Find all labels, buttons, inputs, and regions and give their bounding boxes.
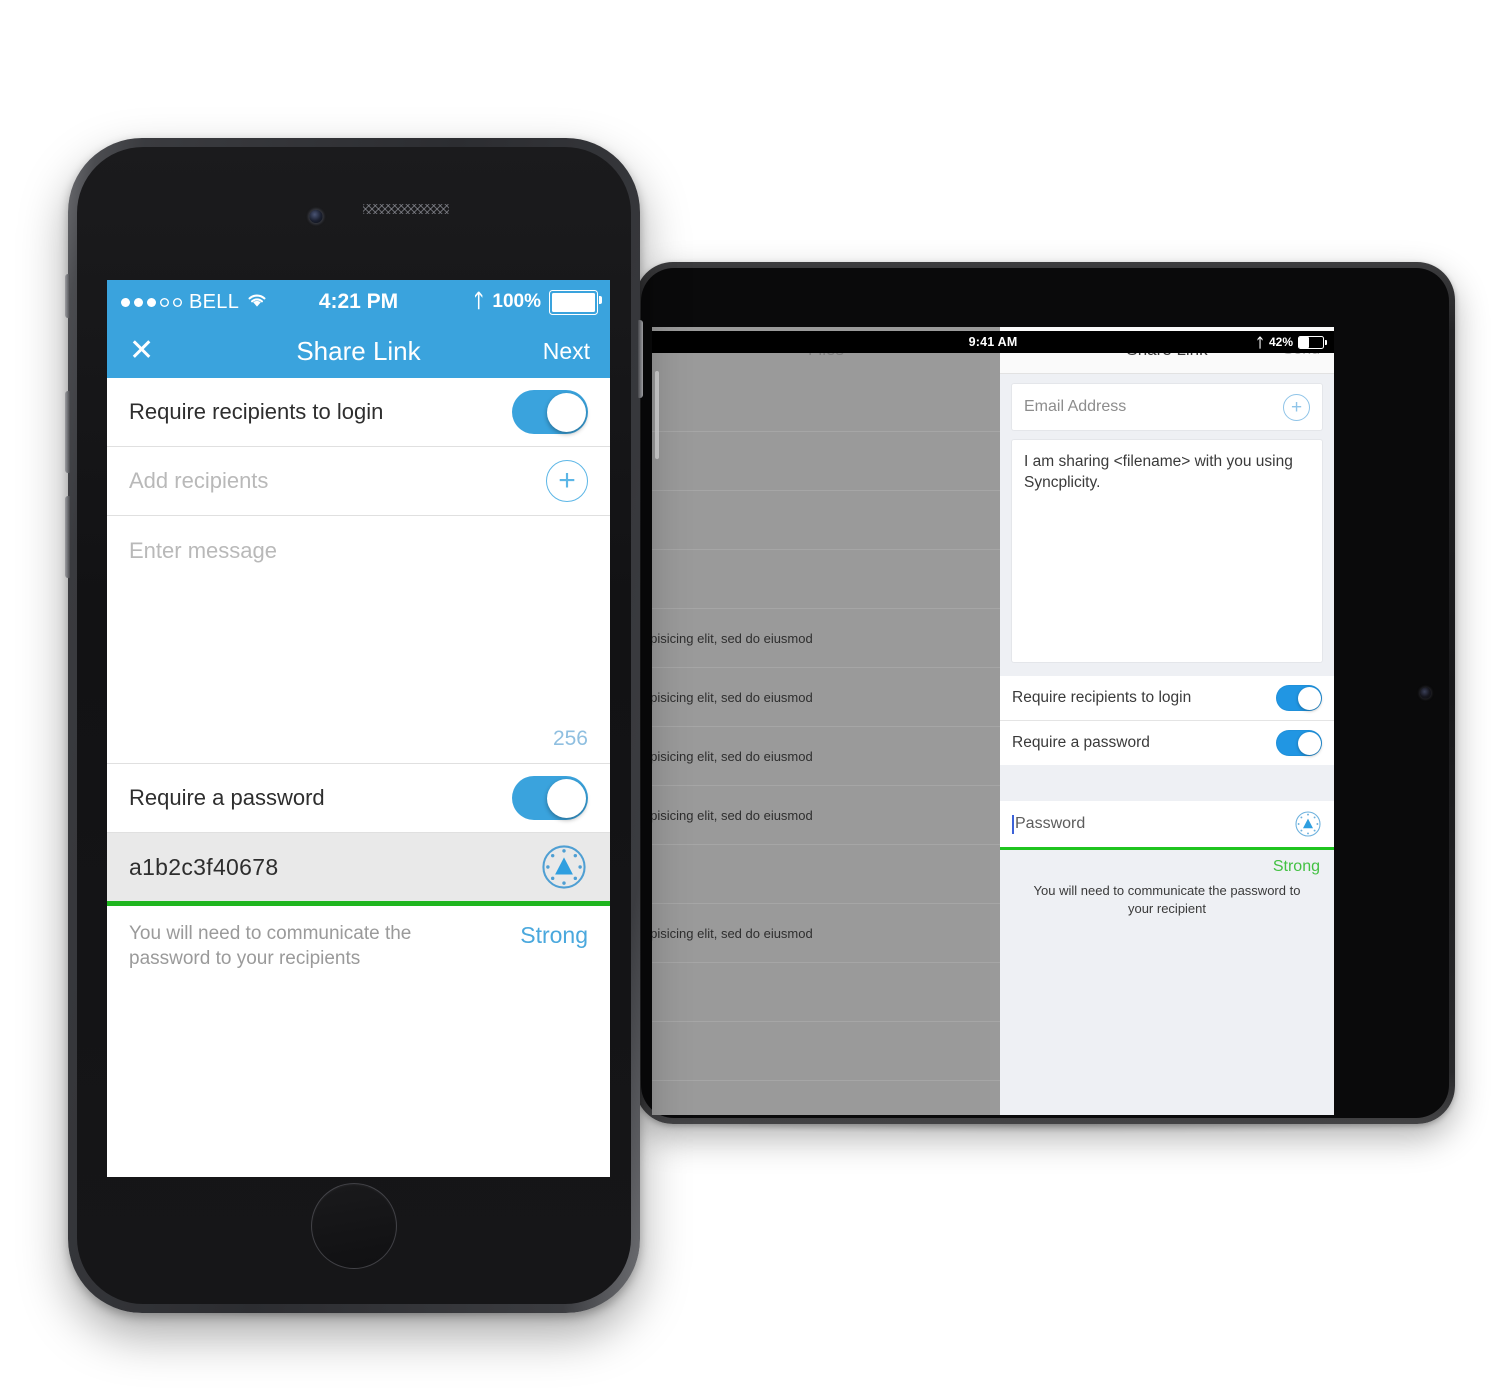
file-row[interactable]: tur adipisicing elit, sed do eiusmod (652, 904, 1000, 963)
tablet-front-camera-icon (1420, 687, 1431, 699)
files-pane[interactable]: Files tur adipisicing elit, sed do eiusm… (652, 327, 1000, 1115)
signal-strength-icon (121, 297, 182, 307)
tablet-password-field[interactable]: Password (1000, 801, 1334, 850)
phone-status-left: BELL (121, 291, 268, 314)
tablet-message-textarea[interactable]: I am sharing <filename> with you using S… (1012, 440, 1322, 662)
close-icon[interactable]: ✕ (129, 336, 154, 366)
bluetooth-icon: ᛏ (472, 291, 485, 312)
phone-strength-label: Strong (520, 922, 588, 948)
file-row[interactable] (652, 491, 1000, 550)
tablet-share-link-panel: Share Link Send Email Address + I am sha… (1000, 327, 1334, 1115)
tablet-status-right: ᛏ 42% (1256, 334, 1327, 350)
phone-battery-percent: 100% (492, 291, 541, 312)
tablet-section-spacer (1000, 765, 1334, 801)
tablet-email-placeholder: Email Address (1024, 398, 1127, 415)
phone-earpiece-speaker-icon (363, 204, 449, 214)
file-row-text: tur adipisicing elit, sed do eiusmod (652, 748, 813, 764)
file-row[interactable]: tur adipisicing elit, sed do eiusmod (652, 609, 1000, 668)
tablet-require-login-label: Require recipients to login (1012, 689, 1192, 706)
next-button[interactable]: Next (543, 338, 590, 365)
files-scrollbar[interactable] (655, 371, 659, 459)
tablet-password-placeholder: Password (1015, 815, 1086, 832)
home-button[interactable] (311, 1183, 397, 1269)
file-row[interactable] (652, 845, 1000, 904)
phone-require-password-row[interactable]: Require a password (107, 764, 610, 833)
file-row-text: tur adipisicing elit, sed do eiusmod (652, 807, 813, 823)
scene: Files tur adipisicing elit, sed do eiusm… (0, 0, 1500, 1400)
phone-character-counter: 256 (552, 727, 588, 750)
phone-status-bar: BELL 4:21 PM ᛏ 100% (107, 280, 610, 324)
battery-icon (1298, 335, 1327, 349)
tablet-status-bar: 9:41 AM ᛏ 42% (652, 331, 1334, 353)
phone-message-placeholder: Enter message (129, 538, 277, 563)
tablet-password-note: You will need to communicate the passwor… (1033, 883, 1301, 916)
phone-navbar: ✕ Share Link Next (107, 324, 610, 378)
phone-clock: 4:21 PM (318, 290, 399, 313)
phone-device: BELL 4:21 PM ᛏ 100% ✕ Share Link Next Re… (65, 138, 643, 1313)
phone-add-recipients-input[interactable]: Add recipients (129, 468, 268, 494)
phone-status-right: ᛏ 100% (472, 289, 602, 315)
tablet-require-password-label: Require a password (1012, 734, 1150, 751)
tablet-require-password-toggle[interactable] (1276, 730, 1322, 756)
password-generator-icon[interactable] (1294, 810, 1322, 838)
file-row[interactable] (652, 432, 1000, 491)
plus-circle-icon[interactable]: + (1283, 393, 1310, 421)
file-row-text: tur adipisicing elit, sed do eiusmod (652, 689, 813, 705)
phone-require-login-row[interactable]: Require recipients to login (107, 378, 610, 447)
phone-password-field[interactable]: a1b2c3f40678 (107, 833, 610, 906)
file-row[interactable] (652, 373, 1000, 432)
tablet-email-address-field[interactable]: Email Address + (1012, 384, 1322, 430)
phone-require-login-label: Require recipients to login (129, 399, 384, 424)
tablet-screen: Files tur adipisicing elit, sed do eiusm… (652, 327, 1334, 1115)
tablet-device: Files tur adipisicing elit, sed do eiusm… (635, 262, 1455, 1124)
file-row[interactable] (652, 550, 1000, 609)
file-row[interactable] (652, 1022, 1000, 1081)
phone-add-recipients-row[interactable]: Add recipients + (107, 447, 610, 516)
phone-require-login-toggle[interactable] (512, 390, 588, 434)
file-row-text: tur adipisicing elit, sed do eiusmod (652, 630, 813, 646)
bluetooth-icon: ᛏ (1256, 334, 1264, 350)
file-row[interactable]: tur adipisicing elit, sed do eiusmod (652, 786, 1000, 845)
battery-icon (549, 289, 602, 315)
plus-circle-icon[interactable]: + (546, 460, 588, 502)
tablet-clock: 9:41 AM (968, 335, 1018, 349)
tablet-require-login-row[interactable]: Require recipients to login (1000, 676, 1334, 721)
volume-up-button[interactable] (65, 391, 70, 473)
file-row[interactable]: tur adipisicing elit, sed do eiusmod (652, 727, 1000, 786)
volume-down-button[interactable] (65, 496, 70, 578)
tablet-battery-percent: 42% (1268, 335, 1293, 349)
tablet-require-login-toggle[interactable] (1276, 685, 1322, 711)
tablet-options-group: Require recipients to login Require a pa… (1000, 676, 1334, 765)
password-generator-icon[interactable] (540, 843, 588, 891)
phone-message-field[interactable]: Enter message 256 (107, 516, 610, 764)
silent-switch-button[interactable] (65, 274, 70, 318)
tablet-require-password-row[interactable]: Require a password (1000, 721, 1334, 765)
wifi-icon (246, 292, 268, 312)
tablet-strength-row: Strong (1000, 850, 1334, 876)
page-title: Share Link (296, 335, 421, 366)
file-row-text: tur adipisicing elit, sed do eiusmod (652, 925, 813, 941)
phone-screen: BELL 4:21 PM ᛏ 100% ✕ Share Link Next Re… (107, 280, 610, 1177)
phone-front-camera-icon (309, 210, 323, 223)
text-caret (1012, 814, 1014, 834)
file-row[interactable]: tur adipisicing elit, sed do eiusmod (652, 668, 1000, 727)
file-row[interactable] (652, 963, 1000, 1022)
carrier-name: BELL (189, 290, 240, 313)
phone-require-password-label: Require a password (129, 785, 325, 810)
tablet-strength-label: Strong (1272, 858, 1320, 875)
phone-require-password-toggle[interactable] (512, 776, 588, 820)
phone-password-note: You will need to communicate the passwor… (129, 923, 412, 969)
power-button[interactable] (638, 320, 643, 398)
phone-password-value: a1b2c3f40678 (129, 853, 279, 880)
phone-password-footer: You will need to communicate the passwor… (107, 906, 610, 972)
